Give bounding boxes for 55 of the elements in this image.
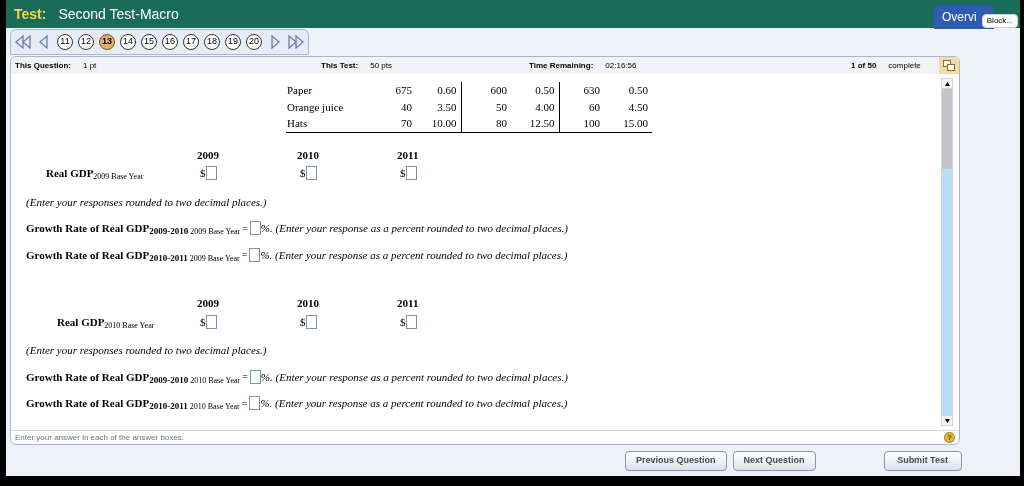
tooltip: Block... xyxy=(981,14,1018,28)
table-cell-text: 4.50 xyxy=(627,99,649,115)
table-cell-text: 675 xyxy=(394,83,413,98)
progress-label: complete xyxy=(888,59,921,72)
table-cell: 0.50 xyxy=(511,82,559,99)
table-cell: 50 xyxy=(461,98,511,115)
answer-hint: Enter your answer in each of the answer boxes. xyxy=(15,431,184,444)
table-cell: 0.60 xyxy=(416,82,461,99)
dollar-sign: $ xyxy=(300,166,306,181)
dollar-sign: $ xyxy=(400,166,406,181)
year-heading: 2011 xyxy=(397,147,420,163)
dollar-sign: $ xyxy=(200,166,206,181)
instruction-text: (Enter your responses rounded to two decimal places.) xyxy=(26,343,268,358)
table-cell-text: 40 xyxy=(400,99,413,115)
table-cell-text: 0.50 xyxy=(627,83,649,98)
table-cell: 600 xyxy=(461,82,511,99)
table-cell-text: Paper xyxy=(286,83,314,98)
instruction-text: %. (Enter your response as a percent rounded to two decimal places.) xyxy=(260,369,568,385)
info-label: This Test: xyxy=(321,59,359,72)
info-value: 50 pts xyxy=(370,59,392,72)
year-heading: 2011 xyxy=(397,296,420,311)
info-label: This Question: xyxy=(15,59,71,72)
instruction-text: %. (Enter your response as a percent rounded to two decimal places.) xyxy=(260,396,568,411)
dollar-sign: $ xyxy=(400,314,406,330)
table-cell: 12.50 xyxy=(511,115,559,132)
instruction-text: (Enter your responses rounded to two decimal places.) xyxy=(26,194,268,210)
table-cell: 3.50 xyxy=(416,98,461,115)
progress-count: 1 of 50 xyxy=(851,59,877,72)
equals-sign: = xyxy=(241,248,248,263)
info-value: 02:16:56 xyxy=(605,59,637,72)
test-label: Test: xyxy=(14,4,47,24)
equals-sign: = xyxy=(242,221,248,236)
table-cell: 70 xyxy=(376,115,416,132)
info-value: 1 pt xyxy=(83,59,97,72)
table-cell: Hats xyxy=(286,115,376,132)
year-heading: 2009 xyxy=(197,147,220,163)
dollar-sign: $ xyxy=(200,314,206,330)
year-heading: 2009 xyxy=(197,296,220,311)
equals-sign: = xyxy=(241,396,248,411)
instruction-text: %. (Enter your response as a percent rounded to two decimal places.) xyxy=(260,247,568,263)
table-cell: 4.00 xyxy=(511,98,559,115)
test-title: Second Test-Macro xyxy=(58,4,179,24)
equals-sign: = xyxy=(242,370,248,385)
table-cell: 630 xyxy=(559,82,604,99)
table-cell-text: Orange juice xyxy=(286,99,345,115)
year-heading: 2010 xyxy=(297,296,320,311)
table-cell: 60 xyxy=(559,98,604,115)
table-cell: 80 xyxy=(461,115,511,132)
instruction-text: %. (Enter your response as a percent rounded to two decimal places.) xyxy=(260,221,568,236)
dollar-sign: $ xyxy=(300,314,306,330)
table-cell: 10.00 xyxy=(416,115,461,132)
table-cell: 100 xyxy=(559,115,604,132)
table-cell: 15.00 xyxy=(604,115,652,132)
info-label: Time Remaining: xyxy=(529,59,594,72)
year-heading: 2010 xyxy=(297,147,320,163)
